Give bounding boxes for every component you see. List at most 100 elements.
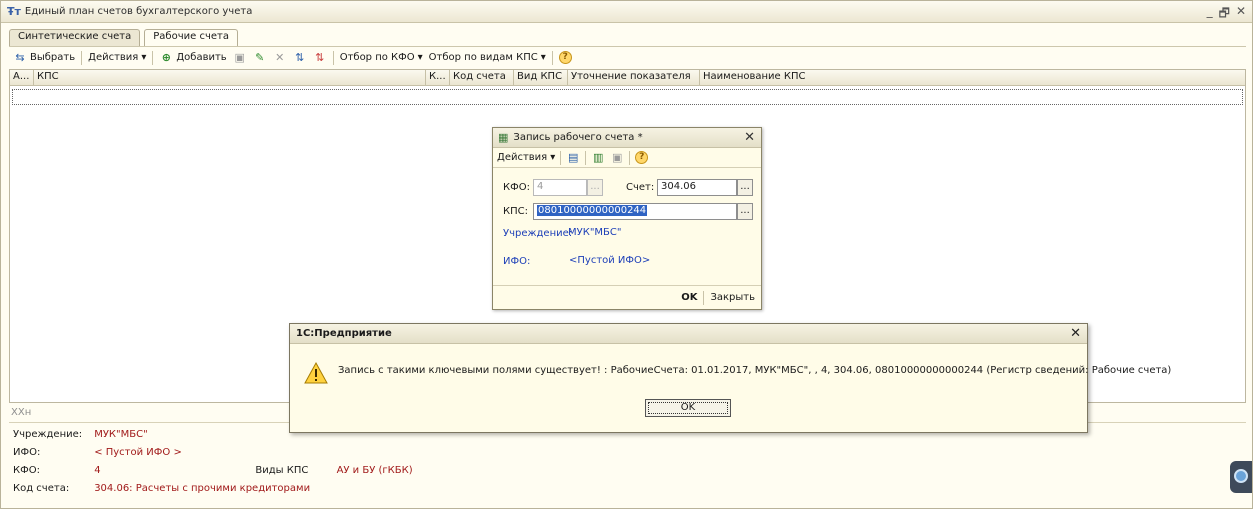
info-value: 4 bbox=[94, 465, 101, 476]
info-row-institution: Учреждение: МУК"МБС" bbox=[13, 429, 148, 443]
window-controls: _ 🗗 ✕ bbox=[1207, 4, 1246, 25]
warning-icon bbox=[304, 361, 328, 384]
toolbar-separator bbox=[551, 50, 553, 65]
info-value[interactable]: АУ и БУ (гКБК) bbox=[337, 465, 413, 476]
column-header[interactable]: К... bbox=[426, 70, 450, 85]
filter-kfo-label: Отбор по КФО bbox=[339, 52, 415, 63]
form-icon: ▦ bbox=[498, 131, 509, 144]
window-title: Единый план счетов бухгалтерского учета bbox=[24, 6, 253, 17]
main-toolbar: ⇆ Выбрать Действия ▾ ⊕ Добавить ▣ ✎ ✕ ⇅ … bbox=[9, 46, 1246, 68]
column-header[interactable]: Уточнение показателя bbox=[568, 70, 700, 85]
add-icon: ⊕ bbox=[161, 50, 171, 64]
copy-icon[interactable]: ▣ bbox=[610, 151, 624, 165]
column-header[interactable]: КПС bbox=[34, 70, 426, 85]
add-button[interactable]: ⊕ Добавить bbox=[159, 50, 227, 65]
tab-working-accounts[interactable]: Рабочие счета bbox=[144, 29, 238, 47]
button-separator bbox=[703, 290, 705, 305]
dialog-button-bar: OK Закрыть bbox=[493, 285, 761, 309]
select-icon: ⇆ bbox=[15, 50, 25, 64]
edit-icon[interactable]: ✎ bbox=[253, 51, 267, 65]
institution-label: Учреждение: bbox=[503, 228, 573, 239]
column-header[interactable]: Наименование КПС bbox=[700, 70, 1245, 85]
ifo-label: ИФО: bbox=[503, 256, 531, 267]
toolbar-separator bbox=[332, 50, 334, 65]
account-label: Счет: bbox=[626, 182, 655, 193]
toolbar-separator bbox=[81, 50, 83, 65]
column-header[interactable]: А... bbox=[10, 70, 34, 85]
dialog-actions-menu-button[interactable]: Действия ▾ bbox=[497, 152, 555, 163]
close-icon[interactable]: ✕ bbox=[744, 130, 755, 145]
actions-menu-button[interactable]: Действия ▾ bbox=[88, 52, 146, 63]
dialog-titlebar: ▦ Запись рабочего счета * bbox=[493, 128, 761, 148]
help-icon[interactable]: ? bbox=[635, 151, 649, 164]
table-row[interactable] bbox=[12, 89, 1243, 105]
toolbar-separator bbox=[152, 50, 154, 65]
chevron-down-icon: ▾ bbox=[550, 152, 556, 163]
delete-icon[interactable]: ✕ bbox=[273, 51, 287, 65]
table-header: А... КПС К... Код счета Вид КПС Уточнени… bbox=[10, 70, 1245, 86]
kps-select-button[interactable]: ... bbox=[737, 203, 753, 220]
info-row-account: Код счета: 304.06: Расчеты с прочими кре… bbox=[13, 483, 310, 497]
tab-synthetic-accounts[interactable]: Синтетические счета bbox=[9, 29, 141, 46]
filter-kps-label: Отбор по видам КПС bbox=[428, 52, 538, 63]
dialog-actions-label: Действия bbox=[497, 152, 548, 163]
toolbar-separator bbox=[560, 150, 562, 165]
toolbar-separator bbox=[629, 150, 631, 165]
kps-field[interactable]: 08010000000000244 bbox=[533, 203, 737, 220]
sort-descending-icon[interactable]: ⇅ bbox=[313, 51, 327, 65]
ok-button[interactable]: OK bbox=[645, 399, 731, 417]
info-label: Учреждение: bbox=[13, 429, 83, 440]
close-icon[interactable]: ✕ bbox=[1070, 326, 1081, 341]
help-icon[interactable]: ? bbox=[558, 51, 572, 64]
dialog-toolbar: Действия ▾ ▤ ▥ ▣ ? bbox=[493, 148, 761, 168]
save-icon[interactable]: ▤ bbox=[566, 151, 580, 165]
kfo-field[interactable]: 4 bbox=[533, 179, 587, 196]
message-text: Запись с такими ключевыми полями существ… bbox=[338, 365, 1172, 376]
chevron-down-icon: ▾ bbox=[417, 52, 423, 63]
filter-kps-button[interactable]: Отбор по видам КПС ▾ bbox=[429, 52, 546, 63]
message-box-title: 1С:Предприятие bbox=[290, 324, 1087, 344]
sort-ascending-icon[interactable]: ⇅ bbox=[293, 51, 307, 65]
chevron-down-icon: ▾ bbox=[141, 52, 147, 63]
ok-button[interactable]: OK bbox=[681, 292, 697, 303]
account-field[interactable]: 304.06 bbox=[657, 179, 737, 196]
select-button[interactable]: ⇆ Выбрать bbox=[13, 51, 75, 65]
kfo-select-button[interactable]: ... bbox=[587, 179, 603, 196]
kps-label: КПС: bbox=[503, 206, 528, 217]
copy-icon[interactable]: ▣ bbox=[233, 51, 247, 65]
kfo-label: КФО: bbox=[503, 182, 530, 193]
info-value[interactable]: 304.06: Расчеты с прочими кредиторами bbox=[94, 483, 310, 494]
minimize-icon[interactable]: _ bbox=[1207, 4, 1213, 25]
info-label: ИФО: bbox=[13, 447, 41, 458]
institution-value[interactable]: МУК"МБС" bbox=[568, 227, 622, 238]
info-row-kfo: КФО: 4 Виды КПС АУ и БУ (гКБК) bbox=[13, 465, 413, 479]
info-label: КФО: bbox=[13, 465, 40, 476]
toolbar-separator bbox=[585, 150, 587, 165]
kps-selected-text: 08010000000000244 bbox=[537, 205, 648, 216]
info-value[interactable]: < Пустой ИФО > bbox=[94, 447, 182, 458]
filter-kfo-button[interactable]: Отбор по КФО ▾ bbox=[340, 52, 423, 63]
actions-menu-label: Действия bbox=[88, 52, 139, 63]
tab-bar: Синтетические счета Рабочие счета bbox=[9, 29, 238, 47]
working-account-dialog: ▦ Запись рабочего счета * ✕ Действия ▾ ▤… bbox=[492, 127, 762, 310]
info-label: Код счета: bbox=[13, 483, 70, 494]
app-icon: Ŧт bbox=[7, 5, 21, 18]
dialog-title: Запись рабочего счета * bbox=[513, 132, 643, 143]
info-value[interactable]: МУК"МБС" bbox=[94, 429, 148, 440]
account-select-button[interactable]: ... bbox=[737, 179, 753, 196]
ifo-value[interactable]: <Пустой ИФО> bbox=[569, 255, 650, 266]
post-icon[interactable]: ▥ bbox=[591, 151, 605, 165]
chevron-down-icon: ▾ bbox=[540, 52, 546, 63]
close-icon[interactable]: ✕ bbox=[1236, 4, 1246, 25]
window-titlebar: Ŧт Единый план счетов бухгалтерского уче… bbox=[1, 1, 1252, 23]
restore-icon[interactable]: 🗗 bbox=[1219, 4, 1230, 25]
close-button[interactable]: Закрыть bbox=[710, 292, 755, 303]
column-header[interactable]: Вид КПС bbox=[514, 70, 568, 85]
info-row-ifo: ИФО: < Пустой ИФО > bbox=[13, 447, 182, 461]
select-button-label: Выбрать bbox=[30, 52, 76, 63]
info-label: Виды КПС bbox=[255, 465, 309, 476]
side-badge-icon[interactable] bbox=[1230, 461, 1252, 493]
add-button-label: Добавить bbox=[176, 52, 227, 63]
message-box: 1С:Предприятие ✕ Запись с такими ключевы… bbox=[289, 323, 1171, 433]
column-header[interactable]: Код счета bbox=[450, 70, 514, 85]
